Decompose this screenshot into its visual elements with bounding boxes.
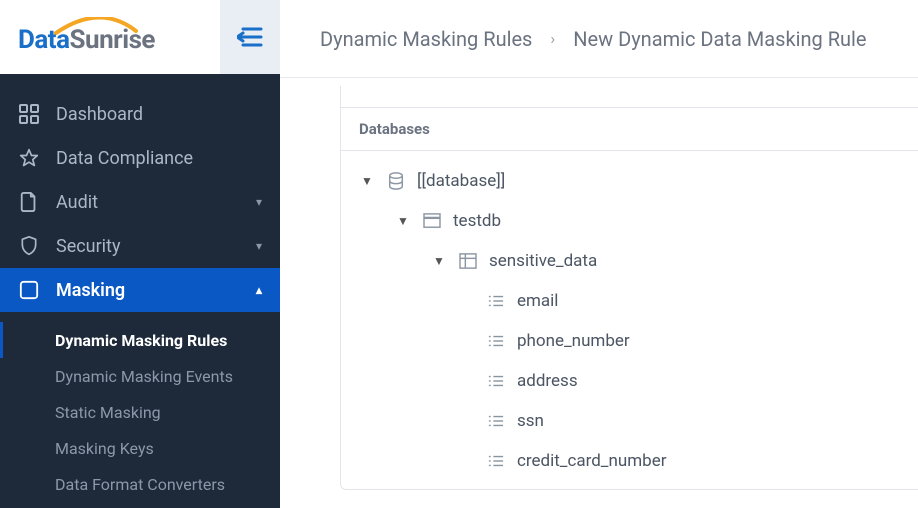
chevron-up-icon: ▴: [256, 283, 262, 297]
subnav-label: Static Masking: [55, 403, 161, 422]
subnav-data-format-converters[interactable]: Data Format Converters: [0, 466, 280, 502]
dashboard-icon: [18, 104, 40, 124]
main: Dynamic Masking Rules › New Dynamic Data…: [280, 0, 918, 508]
subnav-masking-keys[interactable]: Masking Keys: [0, 430, 280, 466]
tree-node-column[interactable]: phone_number: [351, 321, 908, 361]
tree-node-schema[interactable]: ▼ testdb: [351, 201, 908, 241]
column-icon: [485, 294, 507, 308]
subnav-static-masking[interactable]: Static Masking: [0, 394, 280, 430]
subnav-label: Dynamic Masking Rules: [55, 331, 227, 350]
nav-item-data-compliance[interactable]: Data Compliance: [0, 136, 280, 180]
subnav-label: Dynamic Masking Events: [55, 367, 233, 386]
nav-label: Dashboard: [56, 104, 262, 125]
breadcrumb: Dynamic Masking Rules › New Dynamic Data…: [320, 27, 867, 51]
expand-toggle-icon[interactable]: ▼: [395, 214, 411, 228]
shield-icon: [18, 236, 40, 256]
chevron-down-icon: ▾: [256, 239, 262, 253]
sidebar-collapse-button[interactable]: [220, 0, 280, 74]
tree-label: address: [517, 371, 578, 391]
column-icon: [485, 454, 507, 468]
table-icon: [457, 253, 479, 269]
star-icon: [18, 148, 40, 168]
subnav-label: Masking Keys: [55, 439, 154, 458]
tree-label: email: [517, 291, 558, 311]
nav-item-security[interactable]: Security ▾: [0, 224, 280, 268]
primary-nav: Dashboard Data Compliance Audit: [0, 74, 280, 508]
nav-item-audit[interactable]: Audit ▾: [0, 180, 280, 224]
nav-label: Audit: [56, 192, 240, 213]
tree-node-column[interactable]: credit_card_number: [351, 441, 908, 481]
tree-label: ssn: [517, 411, 544, 431]
tree-node-column[interactable]: ssn: [351, 401, 908, 441]
tree-label: [[database]]: [417, 171, 505, 191]
breadcrumb-bar: Dynamic Masking Rules › New Dynamic Data…: [280, 0, 918, 78]
logo-text-sunrise: Sunrise: [70, 25, 155, 55]
column-icon: [485, 414, 507, 428]
tree-label: credit_card_number: [517, 451, 666, 471]
breadcrumb-root[interactable]: Dynamic Masking Rules: [320, 27, 532, 51]
panel-title: Databases: [341, 108, 918, 151]
nav-item-dashboard[interactable]: Dashboard: [0, 92, 280, 136]
tree-node-column[interactable]: address: [351, 361, 908, 401]
breadcrumb-sep-icon: ›: [550, 29, 555, 48]
logo-row: DataSunrise: [0, 0, 280, 74]
tree-node-table[interactable]: ▼ sensitive_data: [351, 241, 908, 281]
masking-subnav: Dynamic Masking Rules Dynamic Masking Ev…: [0, 312, 280, 508]
breadcrumb-current: New Dynamic Data Masking Rule: [573, 27, 866, 51]
column-icon: [485, 374, 507, 388]
tree-label: phone_number: [517, 331, 630, 351]
tree-node-database[interactable]: ▼ [[database]]: [351, 161, 908, 201]
panel-head-strip: [341, 86, 918, 108]
subnav-label: Data Format Converters: [55, 475, 225, 494]
sidebar: DataSunrise Dash: [0, 0, 280, 508]
app-root: DataSunrise Dash: [0, 0, 918, 508]
content: Databases ▼ [[database]]: [280, 78, 918, 508]
db-tree: ▼ [[database]] ▼: [341, 151, 918, 489]
nav-label: Masking: [56, 280, 240, 301]
nav-label: Security: [56, 236, 240, 257]
logo-text-data: Data: [18, 25, 70, 55]
nav-item-masking[interactable]: Masking ▴: [0, 268, 280, 312]
databases-panel: Databases ▼ [[database]]: [340, 86, 918, 490]
tree-node-column[interactable]: email: [351, 281, 908, 321]
collapse-icon: [237, 26, 263, 48]
mask-icon: [18, 280, 40, 300]
subnav-dynamic-masking-rules[interactable]: Dynamic Masking Rules: [0, 322, 280, 358]
tree-label: testdb: [453, 211, 501, 231]
subnav-dynamic-masking-events[interactable]: Dynamic Masking Events: [0, 358, 280, 394]
schema-icon: [421, 213, 443, 229]
chevron-down-icon: ▾: [256, 195, 262, 209]
database-icon: [385, 172, 407, 190]
expand-toggle-icon[interactable]: ▼: [431, 254, 447, 268]
brand-logo[interactable]: DataSunrise: [0, 0, 220, 74]
tree-label: sensitive_data: [489, 251, 597, 271]
document-icon: [18, 192, 40, 212]
expand-toggle-icon[interactable]: ▼: [359, 174, 375, 188]
nav-label: Data Compliance: [56, 148, 262, 169]
column-icon: [485, 334, 507, 348]
